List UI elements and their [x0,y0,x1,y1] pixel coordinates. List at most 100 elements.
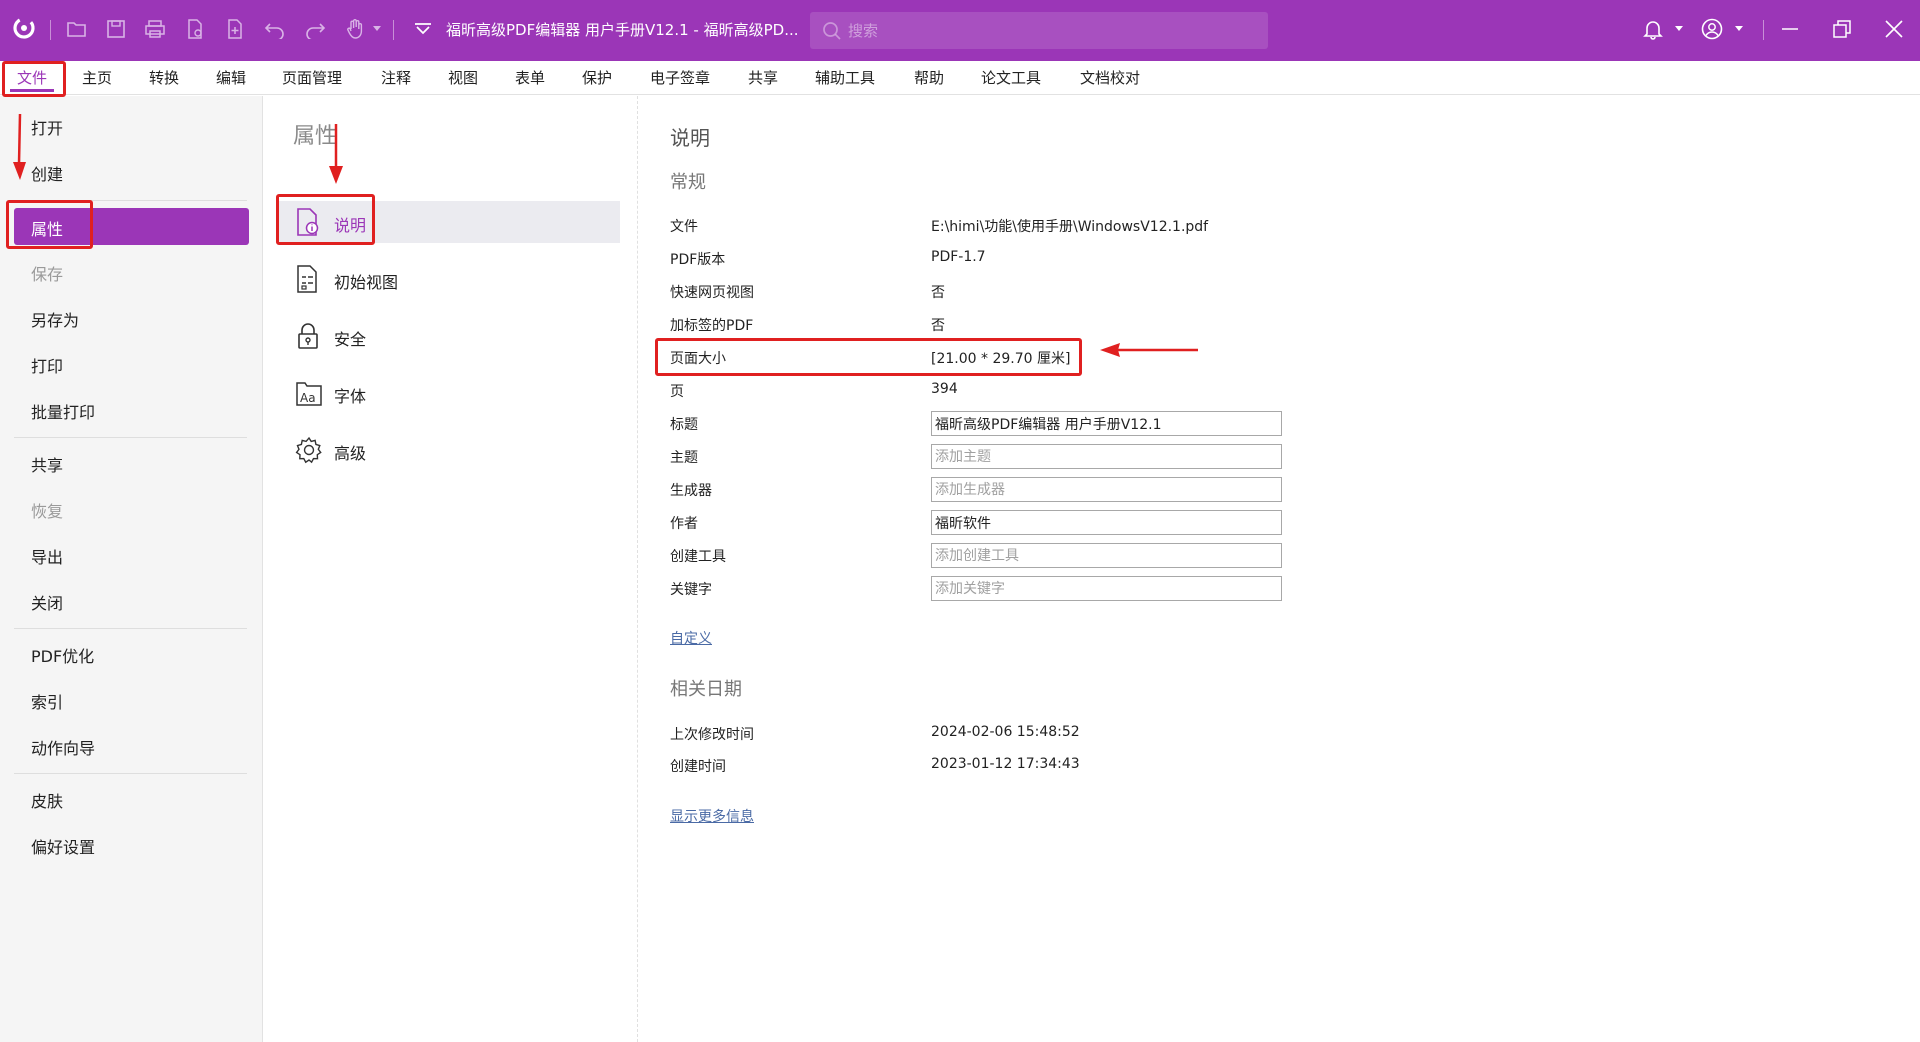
toolbar-separator [393,20,394,40]
initial-view-icon [297,265,317,293]
nav-share[interactable]: 共享 [31,452,63,476]
print-icon[interactable] [140,14,170,44]
category-advanced[interactable]: 高级 [276,429,620,471]
nav-pdf-optimize[interactable]: PDF优化 [31,643,94,667]
author-field-label: 作者 [670,516,698,532]
restore-window-icon[interactable] [1827,14,1857,44]
hand-tool-dropdown-icon[interactable] [373,26,381,31]
svg-text:Aa: Aa [300,391,316,405]
toolbar-separator [1763,20,1764,40]
file-value: E:\himi\功能\使用手册\WindowsV12.1.pdf [931,219,1209,235]
nav-action-wizard[interactable]: 动作向导 [31,735,95,759]
undo-icon[interactable] [260,14,290,44]
nav-batch-print[interactable]: 批量打印 [31,399,95,423]
created-label: 创建时间 [670,759,726,775]
redo-icon[interactable] [300,14,330,44]
annotation-box-page-size [655,338,1082,376]
nav-create[interactable]: 创建 [31,161,63,185]
tagged-pdf-value: 否 [931,318,945,334]
nav-index[interactable]: 索引 [31,689,63,713]
general-heading: 常规 [670,172,706,193]
nav-skin[interactable]: 皮肤 [31,788,63,812]
account-icon[interactable] [1697,14,1727,44]
gear-icon [295,436,322,464]
subject-field-label: 主题 [670,450,698,466]
nav-save-as[interactable]: 另存为 [31,307,79,331]
customize-toolbar-icon[interactable] [408,14,438,44]
producer-field[interactable] [931,477,1282,502]
save-icon[interactable] [101,14,131,44]
new-document-icon[interactable] [220,14,250,44]
last-modified-label: 上次修改时间 [670,727,754,743]
subject-field[interactable] [931,444,1282,469]
open-folder-icon[interactable] [62,14,92,44]
nav-preferences[interactable]: 偏好设置 [31,834,95,858]
nav-close[interactable]: 关闭 [31,590,63,614]
panel-title: 属性 [293,124,338,149]
menu-protect[interactable]: 保护 [582,61,612,95]
title-field-label: 标题 [670,417,698,433]
minimize-icon[interactable] [1775,14,1805,44]
title-bar: 福昕高级PDF编辑器 用户手册V12.1 - 福昕高级PD... [0,0,1920,61]
category-fonts[interactable]: Aa 字体 [276,372,620,414]
hand-tool-icon[interactable] [340,14,370,44]
menu-e-signature[interactable]: 电子签章 [650,61,710,95]
category-label: 字体 [334,387,367,406]
document-icon[interactable] [180,14,210,44]
app-logo-icon [13,17,35,39]
producer-field-label: 生成器 [670,483,712,499]
menu-view[interactable]: 视图 [448,61,478,95]
menu-share[interactable]: 共享 [748,61,778,95]
menu-bar: 文件 主页 转换 编辑 页面管理 注释 视图 表单 保护 电子签章 共享 辅助工… [0,61,1920,95]
font-icon: Aa [296,382,322,406]
nav-print[interactable]: 打印 [31,353,63,377]
annotation-box-properties [6,200,93,249]
file-label: 文件 [670,219,698,235]
account-dropdown-icon[interactable] [1735,26,1743,31]
nav-export[interactable]: 导出 [31,544,63,568]
page-count-label: 页 [670,384,684,400]
menu-home[interactable]: 主页 [82,61,112,95]
menu-help[interactable]: 帮助 [914,61,944,95]
fast-web-view-value: 否 [931,285,945,301]
category-label: 高级 [334,444,367,463]
nav-open[interactable]: 打开 [31,115,63,139]
menu-paper-tools[interactable]: 论文工具 [981,61,1041,95]
nav-divider [14,437,247,438]
search-box[interactable] [810,12,1268,49]
custom-link[interactable]: 自定义 [670,628,712,648]
close-window-icon[interactable] [1879,14,1909,44]
title-field[interactable] [931,411,1282,436]
menu-form[interactable]: 表单 [515,61,545,95]
page-count-value: 394 [931,381,958,397]
keywords-field-label: 关键字 [670,582,712,598]
keywords-field[interactable] [931,576,1282,601]
pdf-version-label: PDF版本 [670,252,726,268]
menu-document-proofreading[interactable]: 文档校对 [1080,61,1140,95]
lock-icon [298,323,318,349]
menu-edit[interactable]: 编辑 [216,61,246,95]
notification-bell-icon[interactable] [1638,14,1668,44]
nav-save[interactable]: 保存 [31,261,63,285]
menu-convert[interactable]: 转换 [149,61,179,95]
search-icon [823,22,841,40]
author-field[interactable] [931,510,1282,535]
category-initial-view[interactable]: 初始视图 [276,258,620,300]
created-value: 2023-01-12 17:34:43 [931,756,1080,772]
creator-field[interactable] [931,543,1282,568]
search-input[interactable] [848,12,1248,49]
description-heading: 说明 [670,126,710,150]
category-security[interactable]: 安全 [276,315,620,357]
category-label: 安全 [334,330,367,349]
menu-comment[interactable]: 注释 [381,61,411,95]
nav-restore[interactable]: 恢复 [31,498,63,522]
nav-divider [14,773,247,774]
notification-dropdown-icon[interactable] [1675,26,1683,31]
toolbar-separator [50,20,51,40]
annotation-box-description [276,194,375,245]
pdf-version-value: PDF-1.7 [931,249,986,265]
menu-page-management[interactable]: 页面管理 [282,61,342,95]
menu-accessibility-tools[interactable]: 辅助工具 [815,61,875,95]
show-more-info-link[interactable]: 显示更多信息 [670,806,754,826]
annotation-box-file-menu [2,61,66,97]
